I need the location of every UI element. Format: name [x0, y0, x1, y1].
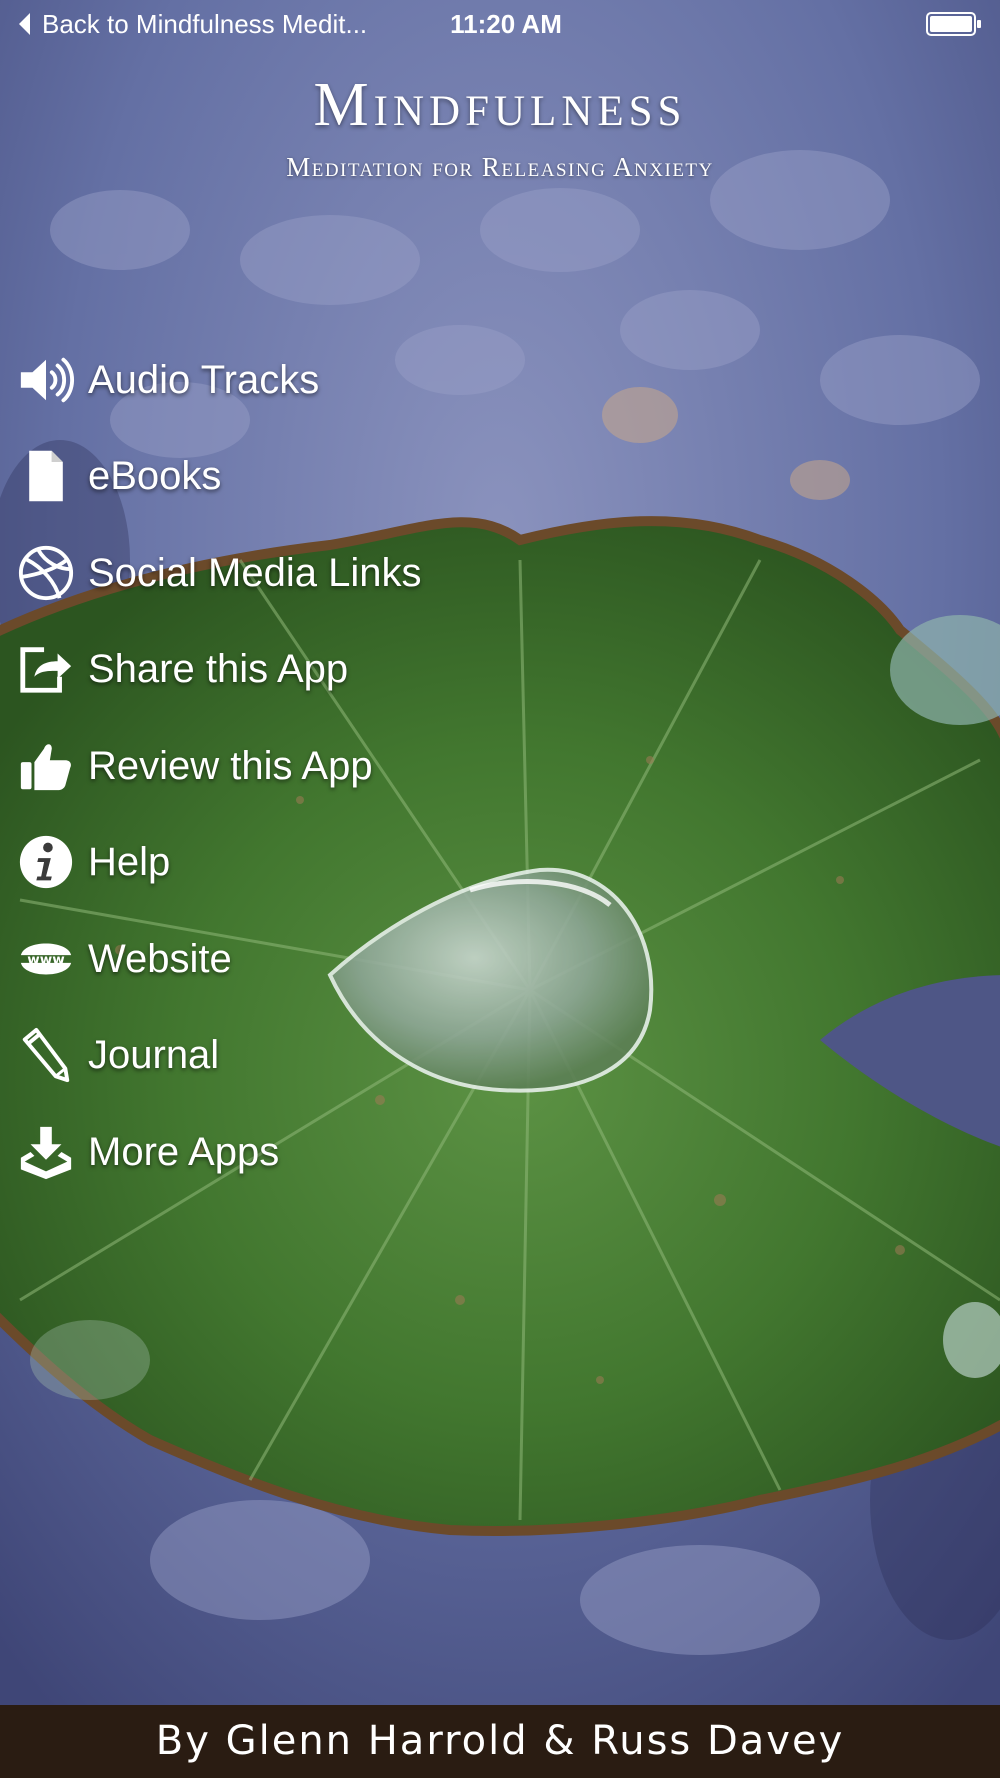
- svg-text:www: www: [27, 952, 65, 968]
- menu-item-audio-tracks[interactable]: Audio Tracks: [0, 340, 560, 420]
- menu-label: Audio Tracks: [88, 358, 320, 402]
- menu-label: More Apps: [88, 1130, 280, 1174]
- status-time: 11:20 AM: [450, 9, 562, 39]
- thumbs-up-icon: [16, 736, 76, 796]
- menu-item-review-this-app[interactable]: Review this App: [0, 726, 560, 806]
- menu-label: Website: [88, 937, 232, 981]
- menu-label: Help: [88, 840, 171, 884]
- menu-item-website[interactable]: www Website: [0, 919, 560, 999]
- menu-label: eBooks: [88, 454, 222, 498]
- menu-item-help[interactable]: Help: [0, 822, 560, 902]
- menu-item-more-apps[interactable]: More Apps: [0, 1112, 560, 1192]
- menu-label: Review this App: [88, 744, 373, 788]
- app-subtitle: Meditation for Releasing Anxiety: [286, 152, 714, 182]
- info-icon: [16, 832, 76, 892]
- menu-label: Journal: [88, 1033, 220, 1077]
- menu-label: Social Media Links: [88, 551, 422, 595]
- app-screen: Back to Mindfulness Medit... 11:20 AM Mi…: [0, 0, 1000, 1778]
- speaker-icon: [16, 350, 76, 410]
- menu-label: Share this App: [88, 647, 349, 691]
- footer-credit: By Glenn Harrold & Russ Davey: [0, 1705, 1000, 1778]
- share-icon: [16, 639, 76, 699]
- globe-ball-icon: [16, 543, 76, 603]
- status-bar: Back to Mindfulness Medit... 11:20 AM: [0, 0, 1000, 48]
- battery-icon: [926, 12, 981, 36]
- download-tray-icon: [16, 1122, 76, 1182]
- menu-item-social-media-links[interactable]: Social Media Links: [0, 533, 560, 613]
- document-icon: [16, 446, 76, 506]
- pencil-icon: [16, 1025, 76, 1085]
- www-icon: www: [16, 929, 76, 989]
- app-title: Mindfulness: [313, 71, 687, 139]
- menu-item-share-this-app[interactable]: Share this App: [0, 629, 560, 709]
- menu-item-ebooks[interactable]: eBooks: [0, 436, 560, 516]
- menu-item-journal[interactable]: Journal: [0, 1015, 560, 1095]
